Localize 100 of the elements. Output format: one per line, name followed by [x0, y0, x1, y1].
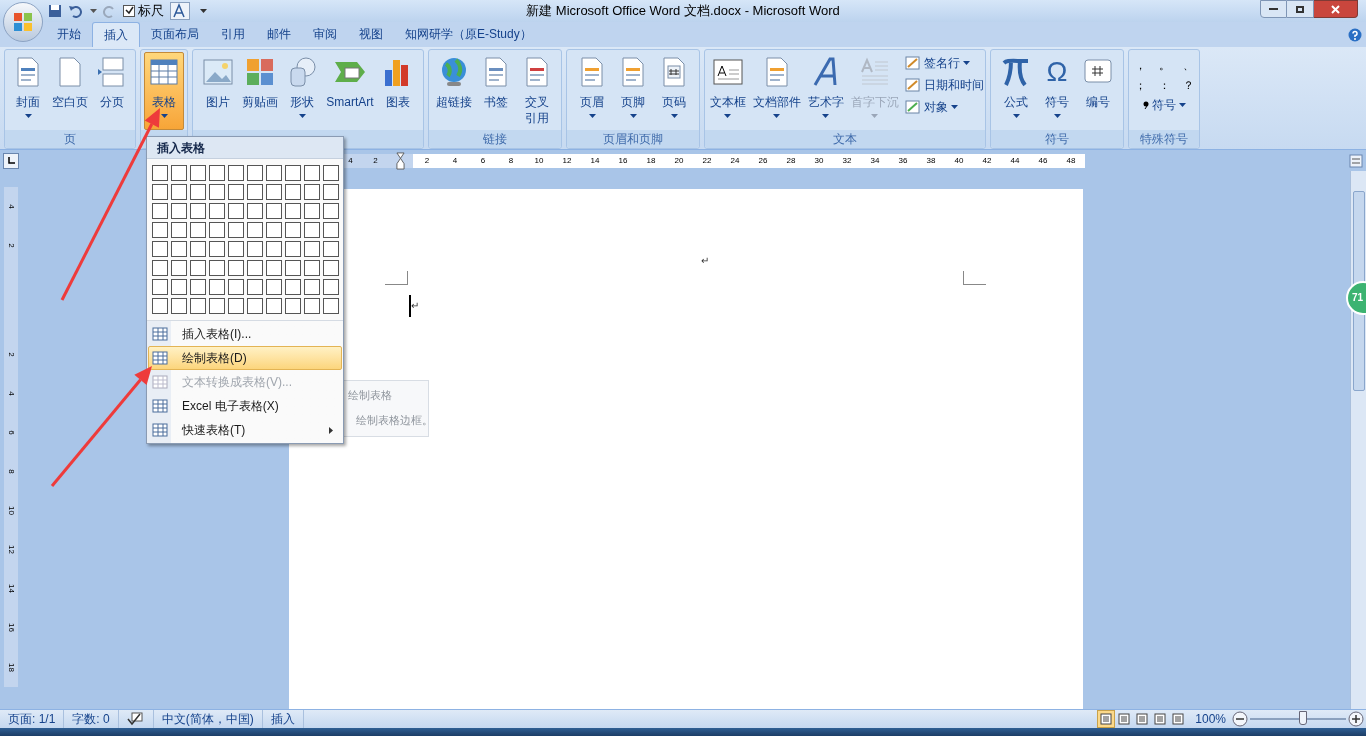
grid-cell[interactable] [247, 184, 263, 200]
save-icon[interactable] [48, 4, 62, 18]
grid-cell[interactable] [228, 279, 244, 295]
grid-cell[interactable] [247, 260, 263, 276]
zoom-out-icon[interactable] [1232, 710, 1248, 727]
grid-cell[interactable] [228, 298, 244, 314]
grid-cell[interactable] [152, 222, 168, 238]
grid-cell[interactable] [247, 222, 263, 238]
grid-cell[interactable] [323, 165, 339, 181]
grid-cell[interactable] [190, 222, 206, 238]
restore-button[interactable] [1287, 0, 1314, 18]
grid-cell[interactable] [152, 260, 168, 276]
ribbon-tab[interactable]: 审阅 [302, 21, 348, 47]
grid-cell[interactable] [171, 279, 187, 295]
grid-cell[interactable] [266, 298, 282, 314]
grid-cell[interactable] [266, 260, 282, 276]
grid-cell[interactable] [285, 203, 301, 219]
grid-cell[interactable] [228, 184, 244, 200]
grid-cell[interactable] [247, 298, 263, 314]
grid-cell[interactable] [171, 298, 187, 314]
ribbon-button[interactable]: 形状 [282, 51, 323, 130]
grid-cell[interactable] [266, 222, 282, 238]
caret-icon[interactable] [90, 9, 97, 13]
grid-cell[interactable] [304, 165, 320, 181]
symbol-dropdown-button[interactable]: 符号 [1142, 95, 1186, 114]
grid-cell[interactable] [190, 165, 206, 181]
grid-cell[interactable] [266, 184, 282, 200]
grid-cell[interactable] [323, 279, 339, 295]
grid-cell[interactable] [190, 279, 206, 295]
grid-cell[interactable] [247, 165, 263, 181]
ribbon-button[interactable]: 页码 [654, 51, 694, 130]
zoom-slider-thumb[interactable] [1298, 710, 1307, 725]
ribbon-button[interactable]: 图表 [377, 51, 418, 130]
grid-cell[interactable] [304, 184, 320, 200]
ribbon-button[interactable]: 公式 [996, 51, 1036, 130]
grid-cell[interactable] [285, 184, 301, 200]
ribbon-button[interactable]: 封面 [8, 51, 48, 130]
grid-cell[interactable] [285, 279, 301, 295]
ribbon-button[interactable]: 页眉 [572, 51, 612, 130]
ribbon-tab[interactable]: 引用 [210, 21, 256, 47]
grid-cell[interactable] [152, 298, 168, 314]
symbol-button[interactable]: ： [1157, 75, 1171, 94]
grid-cell[interactable] [171, 165, 187, 181]
ribbon-button[interactable]: 交叉引用 [517, 51, 557, 130]
grid-cell[interactable] [304, 203, 320, 219]
zoom-in-icon[interactable] [1348, 710, 1364, 727]
grid-cell[interactable] [209, 222, 225, 238]
ribbon-button[interactable]: 分页 [92, 51, 132, 130]
grid-cell[interactable] [266, 165, 282, 181]
ribbon-tab[interactable]: 页面布局 [140, 21, 210, 47]
ribbon-button[interactable]: 超链接 [433, 51, 475, 130]
ribbon-tab[interactable]: 知网研学（原E-Study） [394, 21, 543, 47]
symbol-button[interactable]: 。 [1157, 55, 1171, 74]
grid-cell[interactable] [323, 241, 339, 257]
grid-cell[interactable] [285, 260, 301, 276]
vertical-scrollbar[interactable] [1350, 170, 1366, 709]
ribbon-button[interactable]: SmartArt [323, 51, 377, 130]
grid-cell[interactable] [323, 260, 339, 276]
insert-mode-status[interactable]: 插入 [262, 709, 304, 728]
symbol-button[interactable]: ？ [1181, 75, 1195, 94]
grid-cell[interactable] [266, 203, 282, 219]
grid-cell[interactable] [171, 260, 187, 276]
grid-cell[interactable] [152, 241, 168, 257]
grid-cell[interactable] [323, 184, 339, 200]
caret-icon[interactable] [200, 9, 207, 13]
grid-cell[interactable] [209, 203, 225, 219]
ribbon-button[interactable]: 文档部件 [749, 51, 804, 130]
grid-cell[interactable] [266, 279, 282, 295]
grid-cell[interactable] [285, 241, 301, 257]
grid-cell[interactable] [323, 298, 339, 314]
grid-cell[interactable] [247, 279, 263, 295]
grid-cell[interactable] [209, 279, 225, 295]
ribbon-button[interactable]: 编号 [1078, 51, 1118, 130]
grid-cell[interactable] [228, 203, 244, 219]
ribbon-button[interactable]: 艺术字 [804, 51, 847, 130]
grid-cell[interactable] [152, 279, 168, 295]
grid-cell[interactable] [190, 203, 206, 219]
grid-cell[interactable] [247, 241, 263, 257]
help-icon[interactable] [1348, 27, 1362, 42]
grid-cell[interactable] [285, 298, 301, 314]
grid-cell[interactable] [152, 184, 168, 200]
grid-cell[interactable] [266, 241, 282, 257]
symbol-button[interactable]: ， [1133, 55, 1147, 74]
grid-cell[interactable] [171, 203, 187, 219]
grid-cell[interactable] [304, 298, 320, 314]
minimize-button[interactable] [1260, 0, 1287, 18]
symbol-button[interactable]: ； [1133, 75, 1147, 94]
proofing-icon[interactable] [126, 711, 145, 726]
grid-cell[interactable] [304, 279, 320, 295]
checkbox[interactable] [123, 5, 135, 17]
grid-cell[interactable] [323, 203, 339, 219]
ribbon-button[interactable]: 文本框 [706, 51, 749, 130]
grid-cell[interactable] [304, 241, 320, 257]
grid-cell[interactable] [209, 165, 225, 181]
grid-cell[interactable] [247, 203, 263, 219]
undo-icon[interactable] [68, 4, 84, 18]
grid-cell[interactable] [190, 241, 206, 257]
grid-cell[interactable] [228, 222, 244, 238]
ribbon-button[interactable]: Ω 符号 [1037, 51, 1077, 130]
ribbon-small-button[interactable]: 对象 [904, 96, 984, 117]
